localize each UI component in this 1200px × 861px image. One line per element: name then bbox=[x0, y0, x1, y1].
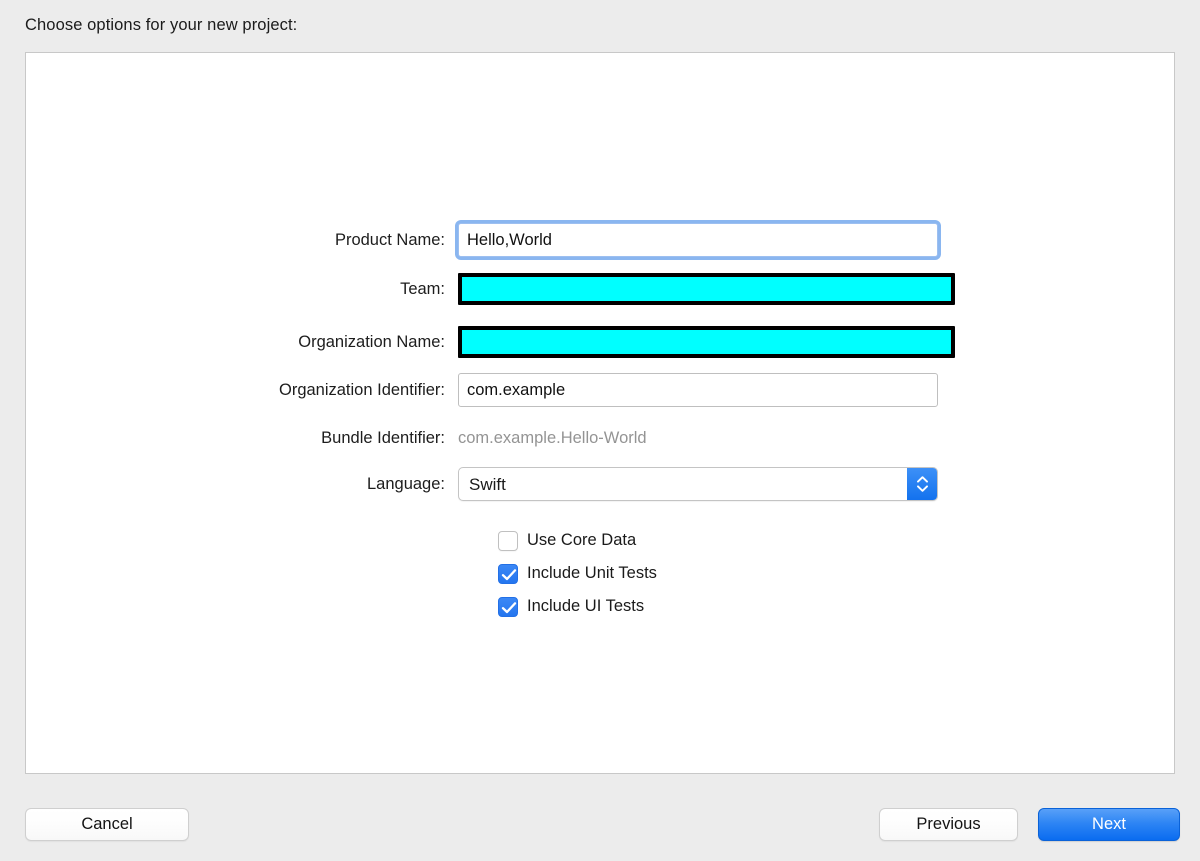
control-organization-identifier: com.example bbox=[458, 373, 938, 407]
control-bundle-identifier: com.example.Hello-World bbox=[458, 430, 647, 447]
row-organization-identifier: Organization Identifier: com.example bbox=[26, 373, 938, 407]
chevron-down-icon bbox=[916, 485, 928, 492]
cancel-button[interactable]: Cancel bbox=[25, 808, 189, 841]
page-title: Choose options for your new project: bbox=[25, 16, 298, 34]
product-name-input[interactable]: Hello,World bbox=[458, 223, 938, 257]
control-language: Swift bbox=[458, 467, 938, 501]
control-product-name: Hello,World bbox=[458, 223, 938, 257]
label-bundle-identifier: Bundle Identifier: bbox=[321, 428, 445, 447]
control-organization-name bbox=[458, 326, 955, 358]
new-project-options-dialog: Choose options for your new project: Pro… bbox=[0, 0, 1200, 861]
row-language: Language: Swift bbox=[26, 467, 938, 501]
options-panel: Product Name: Hello,World Team: Organiza… bbox=[25, 52, 1175, 774]
bundle-identifier-value: com.example.Hello-World bbox=[458, 428, 647, 447]
checkbox-include-ui-tests[interactable] bbox=[498, 596, 518, 617]
label-product-name: Product Name: bbox=[334, 230, 445, 249]
organization-identifier-input[interactable]: com.example bbox=[458, 373, 938, 407]
row-product-name: Product Name: Hello,World bbox=[26, 223, 938, 257]
row-bundle-identifier: Bundle Identifier: com.example.Hello-Wor… bbox=[26, 421, 647, 455]
checkmark-icon bbox=[501, 568, 517, 580]
checkbox-label-use-core-data: Use Core Data bbox=[527, 531, 637, 550]
previous-button[interactable]: Previous bbox=[879, 808, 1018, 841]
checkbox-row-include-ui-tests[interactable]: Include UI Tests bbox=[498, 590, 657, 623]
checkbox-use-core-data[interactable] bbox=[498, 530, 518, 551]
label-language: Language: bbox=[367, 474, 445, 493]
checkbox-include-unit-tests[interactable] bbox=[498, 563, 518, 584]
checkbox-row-use-core-data[interactable]: Use Core Data bbox=[498, 524, 657, 557]
team-select-highlighted[interactable] bbox=[458, 273, 955, 305]
checkbox-label-include-unit-tests: Include Unit Tests bbox=[527, 564, 657, 583]
language-selected-value: Swift bbox=[469, 474, 506, 494]
label-organization-name: Organization Name: bbox=[298, 332, 445, 351]
label-team: Team: bbox=[400, 279, 445, 298]
chevron-up-icon bbox=[916, 476, 928, 483]
row-team: Team: bbox=[26, 272, 955, 306]
language-stepper[interactable] bbox=[907, 468, 937, 500]
checkbox-row-include-unit-tests[interactable]: Include Unit Tests bbox=[498, 557, 657, 590]
checkbox-label-include-ui-tests: Include UI Tests bbox=[527, 597, 645, 616]
row-organization-name: Organization Name: bbox=[26, 325, 955, 359]
checkmark-icon bbox=[501, 601, 517, 613]
organization-name-input-highlighted[interactable] bbox=[458, 326, 955, 358]
next-button[interactable]: Next bbox=[1038, 808, 1180, 841]
options-checkbox-group: Use Core Data Include Unit Tests Include… bbox=[498, 524, 657, 623]
language-select[interactable]: Swift bbox=[458, 467, 938, 501]
label-organization-identifier: Organization Identifier: bbox=[278, 380, 445, 399]
control-team bbox=[458, 273, 955, 305]
